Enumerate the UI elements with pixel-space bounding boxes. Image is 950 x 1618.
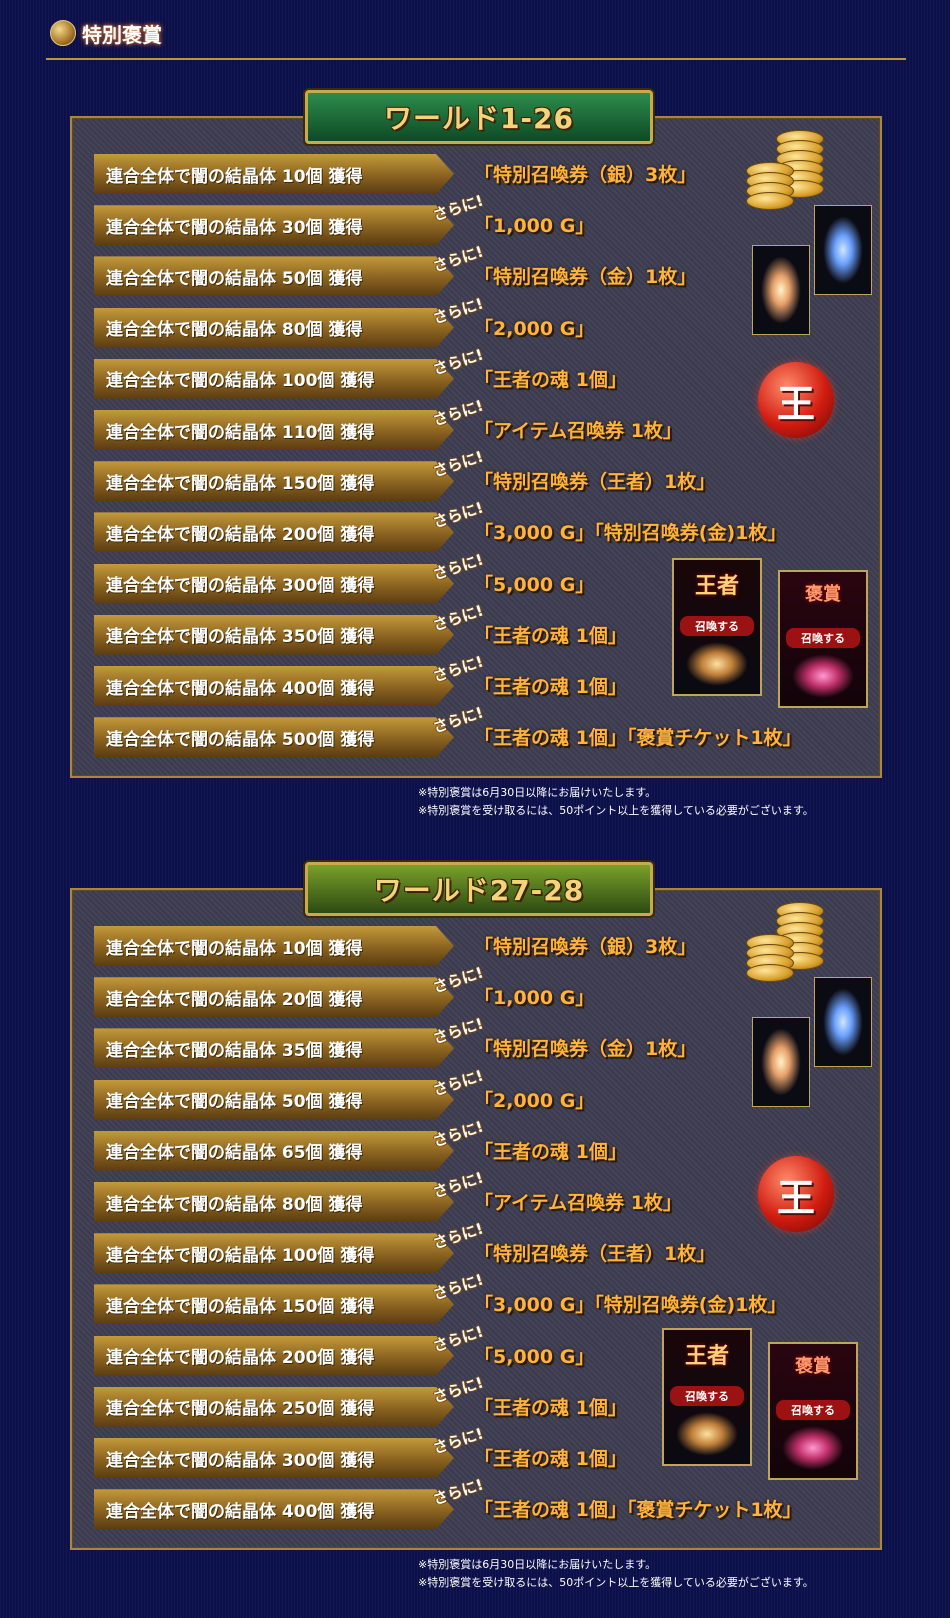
world-banner-title: ワールド27-28 bbox=[373, 874, 585, 907]
row-reward-text: 「特別召喚券（銀）3枚」 bbox=[474, 936, 697, 958]
row-condition-label: 連合全体で闇の結晶体 250個 獲得 bbox=[94, 1386, 454, 1427]
row-reward-text: 「王者の魂 1個」 bbox=[474, 676, 627, 698]
row-condition-label: 連合全体で闇の結晶体 100個 獲得 bbox=[94, 358, 454, 399]
notice-text: ※特別褒賞は6月30日以降にお届けいたします。 ※特別褒賞を受け取るには、50ポ… bbox=[418, 784, 814, 820]
row-reward-text: 「特別召喚券（王者）1枚」 bbox=[474, 1243, 716, 1266]
summon-card-silver-image bbox=[814, 205, 872, 295]
reward-row: 連合全体で闇の結晶体 100個 獲得 さらに! 「特別召喚券（王者）1枚」 bbox=[94, 1220, 874, 1274]
row-condition-label: 連合全体で闇の結晶体 300個 獲得 bbox=[94, 563, 454, 604]
row-condition-label: 連合全体で闇の結晶体 35個 獲得 bbox=[94, 1028, 454, 1069]
summon-card-gold-image bbox=[752, 245, 810, 335]
row-condition-label: 連合全体で闇の結晶体 400個 獲得 bbox=[94, 1489, 454, 1530]
row-condition-label: 連合全体で闇の結晶体 200個 獲得 bbox=[94, 512, 454, 553]
gold-coins-image bbox=[746, 902, 826, 982]
reward-row: 連合全体で闇の結晶体 300個 獲得 さらに! 「王者の魂 1個」 bbox=[94, 1424, 874, 1478]
card-title: 褒賞 bbox=[795, 1356, 831, 1377]
king-summon-card-image: 王者 召喚する bbox=[662, 1328, 752, 1466]
row-reward-text: 「アイテム召喚券 1枚」 bbox=[474, 420, 682, 442]
row-condition-label: 連合全体で闇の結晶体 80個 獲得 bbox=[94, 307, 454, 348]
row-reward-text: 「王者の魂 1個」「褒賞チケット1枚」 bbox=[474, 1499, 802, 1522]
row-reward-text: 「特別召喚券（王者）1枚」 bbox=[474, 471, 716, 494]
notice-line: ※特別褒賞を受け取るには、50ポイント以上を獲得している必要がございます。 bbox=[418, 804, 814, 817]
row-reward-text: 「1,000 G」 bbox=[474, 215, 595, 238]
row-condition-label: 連合全体で闇の結晶体 100個 獲得 bbox=[94, 1233, 454, 1274]
row-reward-text: 「王者の魂 1個」 bbox=[474, 1140, 627, 1163]
row-reward-text: 「2,000 G」 bbox=[474, 317, 595, 340]
row-reward-text: 「5,000 G」 bbox=[474, 1345, 595, 1368]
world-banner-title: ワールド1-26 bbox=[383, 102, 575, 135]
row-reward-text: 「王者の魂 1個」 bbox=[474, 624, 627, 647]
reward-row: 連合全体で闇の結晶体 200個 獲得 さらに! 「5,000 G」 bbox=[94, 1322, 874, 1376]
row-reward-text: 「王者の魂 1個」 bbox=[474, 1396, 627, 1419]
card-title: 王者 bbox=[684, 1344, 729, 1369]
card-summon-label: 召喚する bbox=[670, 1386, 744, 1406]
notice-line: ※特別褒賞を受け取るには、50ポイント以上を獲得している必要がございます。 bbox=[418, 1576, 814, 1589]
card-summon-label: 召喚する bbox=[786, 628, 860, 648]
reward-row: 連合全体で闇の結晶体 400個 獲得 さらに! 「王者の魂 1個」「褒賞チケット1枚… bbox=[94, 1476, 874, 1530]
row-condition-label: 連合全体で闇の結晶体 50個 獲得 bbox=[94, 1079, 454, 1120]
world-27-28-banner: ワールド27-28 bbox=[305, 862, 653, 916]
row-condition-label: 連合全体で闇の結晶体 80個 獲得 bbox=[94, 1182, 454, 1222]
king-soul-orb-image: 王 bbox=[758, 362, 834, 438]
world-27-28-panel: 連合全体で闇の結晶体 10個 獲得 「特別召喚券（銀）3枚」 連合全体で闇の結晶体 … bbox=[70, 888, 882, 1550]
reward-row: 連合全体で闇の結晶体 250個 獲得 さらに! 「王者の魂 1個」 bbox=[94, 1373, 874, 1427]
summon-card-silver-image bbox=[814, 977, 872, 1067]
reward-row: 連合全体で闇の結晶体 30個 獲得 さらに! 「1,000 G」 bbox=[94, 192, 874, 246]
row-reward-text: 「特別召喚券（金）1枚」 bbox=[474, 1038, 697, 1061]
row-condition-label: 連合全体で闇の結晶体 200個 獲得 bbox=[94, 1335, 454, 1376]
reward-row: 連合全体で闇の結晶体 200個 獲得 さらに! 「3,000 G」「特別召喚券(金)… bbox=[94, 499, 874, 553]
row-reward-text: 「3,000 G」「特別召喚券(金)1枚」 bbox=[474, 1294, 787, 1317]
row-condition-label: 連合全体で闇の結晶体 400個 獲得 bbox=[94, 666, 454, 706]
page-title: 特別褒賞 bbox=[82, 23, 162, 47]
card-title: 王者 bbox=[694, 574, 739, 599]
row-condition-label: 連合全体で闇の結晶体 30個 獲得 bbox=[94, 205, 454, 246]
row-condition-label: 連合全体で闇の結晶体 50個 獲得 bbox=[94, 256, 454, 297]
card-title: 褒賞 bbox=[805, 584, 841, 605]
row-reward-text: 「アイテム召喚券 1枚」 bbox=[474, 1192, 682, 1214]
reward-ticket-card-image: 褒賞 召喚する bbox=[768, 1342, 858, 1480]
reward-ticket-card-image: 褒賞 召喚する bbox=[778, 570, 868, 708]
row-reward-text: 「1,000 G」 bbox=[474, 987, 595, 1010]
row-reward-text: 「2,000 G」 bbox=[474, 1089, 595, 1112]
summon-card-gold-image bbox=[752, 1017, 810, 1107]
medal-icon bbox=[50, 20, 76, 46]
orb-char: 王 bbox=[776, 381, 815, 426]
row-reward-text: 「王者の魂 1個」「褒賞チケット1枚」 bbox=[474, 727, 802, 750]
row-condition-label: 連合全体で闇の結晶体 20個 獲得 bbox=[94, 977, 454, 1018]
row-reward-text: 「3,000 G」「特別召喚券(金)1枚」 bbox=[474, 522, 787, 545]
row-condition-label: 連合全体で闇の結晶体 350個 獲得 bbox=[94, 614, 454, 655]
reward-row: 連合全体で闇の結晶体 500個 獲得 さらに! 「王者の魂 1個」「褒賞チケット1枚… bbox=[94, 704, 874, 758]
notice-text: ※特別褒賞は6月30日以降にお届けいたします。 ※特別褒賞を受け取るには、50ポ… bbox=[418, 1556, 814, 1592]
gold-coins-image bbox=[746, 130, 826, 210]
reward-row: 連合全体で闇の結晶体 150個 獲得 さらに! 「3,000 G」「特別召喚券(金)… bbox=[94, 1271, 874, 1325]
king-summon-card-image: 王者 召喚する bbox=[672, 558, 762, 696]
row-reward-text: 「特別召喚券（金）1枚」 bbox=[474, 266, 697, 289]
orb-char: 王 bbox=[776, 1175, 815, 1220]
row-condition-label: 連合全体で闇の結晶体 10個 獲得 bbox=[94, 926, 454, 966]
row-condition-label: 連合全体で闇の結晶体 500個 獲得 bbox=[94, 717, 454, 758]
row-reward-text: 「特別召喚券（銀）3枚」 bbox=[474, 164, 697, 186]
king-soul-orb-image: 王 bbox=[758, 1156, 834, 1232]
row-condition-label: 連合全体で闇の結晶体 10個 獲得 bbox=[94, 154, 454, 194]
row-condition-label: 連合全体で闇の結晶体 110個 獲得 bbox=[94, 410, 454, 450]
notice-line: ※特別褒賞は6月30日以降にお届けいたします。 bbox=[418, 786, 657, 799]
world-1-26-banner: ワールド1-26 bbox=[305, 90, 653, 144]
card-summon-label: 召喚する bbox=[680, 616, 754, 636]
row-condition-label: 連合全体で闇の結晶体 150個 獲得 bbox=[94, 1284, 454, 1325]
reward-row: 連合全体で闇の結晶体 20個 獲得 さらに! 「1,000 G」 bbox=[94, 964, 874, 1018]
notice-line: ※特別褒賞は6月30日以降にお届けいたします。 bbox=[418, 1558, 657, 1571]
card-summon-label: 召喚する bbox=[776, 1400, 850, 1420]
section-header: 特別褒賞 bbox=[46, 14, 906, 60]
reward-row: 連合全体で闇の結晶体 150個 獲得 さらに! 「特別召喚券（王者）1枚」 bbox=[94, 448, 874, 502]
reward-row: 連合全体で闇の結晶体 80個 獲得 さらに! 「アイテム召喚券 1枚」 bbox=[94, 1168, 874, 1222]
row-reward-text: 「5,000 G」 bbox=[474, 573, 595, 596]
row-reward-text: 「王者の魂 1個」 bbox=[474, 368, 627, 391]
row-condition-label: 連合全体で闇の結晶体 150個 獲得 bbox=[94, 461, 454, 502]
row-condition-label: 連合全体で闇の結晶体 300個 獲得 bbox=[94, 1438, 454, 1478]
row-condition-label: 連合全体で闇の結晶体 65個 獲得 bbox=[94, 1130, 454, 1171]
reward-row: 連合全体で闇の結晶体 110個 獲得 さらに! 「アイテム召喚券 1枚」 bbox=[94, 396, 874, 450]
reward-row: 連合全体で闇の結晶体 65個 獲得 さらに! 「王者の魂 1個」 bbox=[94, 1117, 874, 1171]
reward-row: 連合全体で闇の結晶体 100個 獲得 さらに! 「王者の魂 1個」 bbox=[94, 345, 874, 399]
row-reward-text: 「王者の魂 1個」 bbox=[474, 1448, 627, 1470]
